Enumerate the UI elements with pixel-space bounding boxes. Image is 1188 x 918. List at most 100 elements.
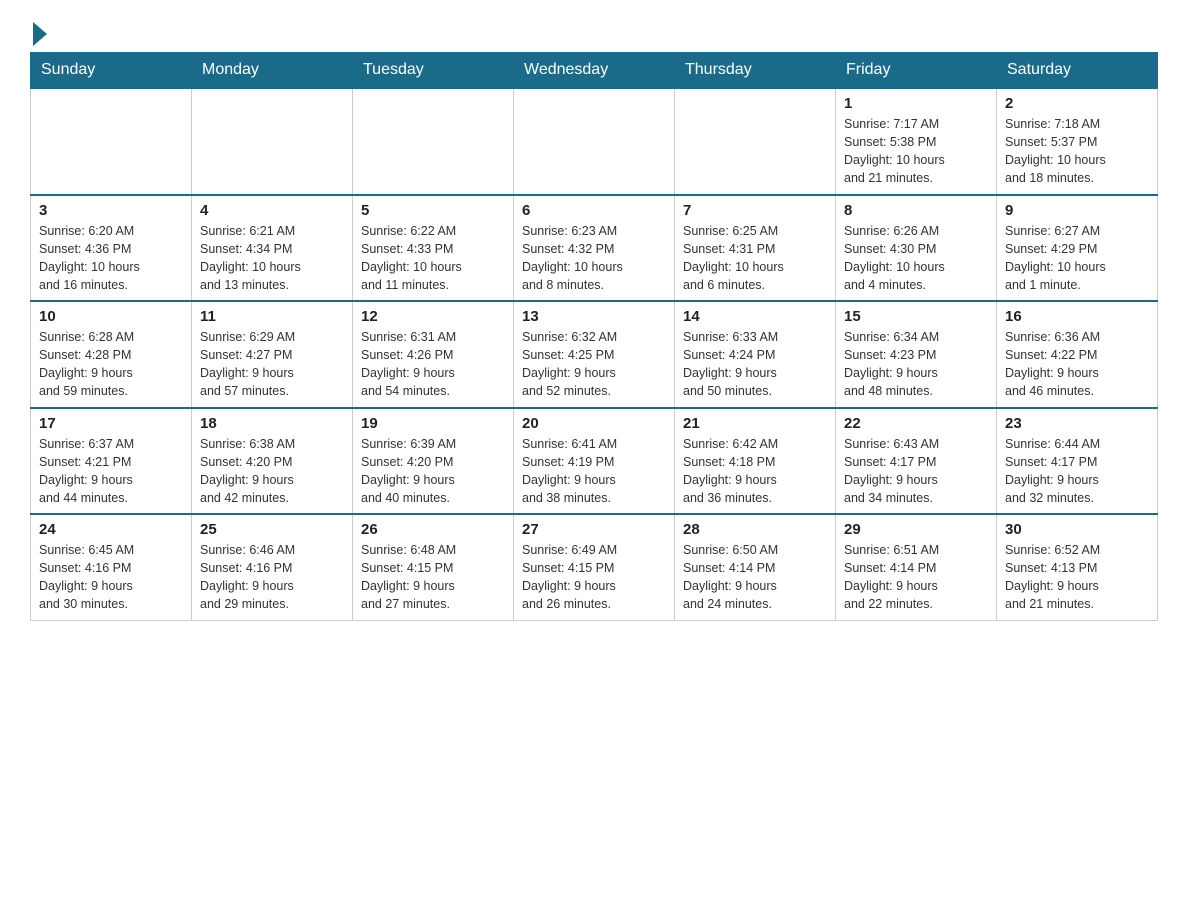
calendar-day-cell — [192, 88, 353, 195]
calendar-week-row: 10 Sunrise: 6:28 AMSunset: 4:28 PMDayligh… — [31, 301, 1158, 408]
day-info: Sunrise: 6:27 AMSunset: 4:29 PMDaylight:… — [1005, 222, 1149, 295]
calendar-day-cell: 10 Sunrise: 6:28 AMSunset: 4:28 PMDayligh… — [31, 301, 192, 408]
day-info: Sunrise: 6:51 AMSunset: 4:14 PMDaylight:… — [844, 541, 988, 614]
day-info: Sunrise: 6:42 AMSunset: 4:18 PMDaylight:… — [683, 435, 827, 508]
day-info: Sunrise: 7:17 AMSunset: 5:38 PMDaylight:… — [844, 115, 988, 188]
day-info: Sunrise: 6:44 AMSunset: 4:17 PMDaylight:… — [1005, 435, 1149, 508]
calendar-header-row: SundayMondayTuesdayWednesdayThursdayFrid… — [31, 53, 1158, 89]
day-info: Sunrise: 7:18 AMSunset: 5:37 PMDaylight:… — [1005, 115, 1149, 188]
day-number: 14 — [683, 308, 827, 325]
calendar-day-cell: 6Sunrise: 6:23 AMSunset: 4:32 PMDaylight… — [514, 195, 675, 302]
calendar-day-cell: 19 Sunrise: 6:39 AMSunset: 4:20 PMDayligh… — [353, 408, 514, 515]
day-number: 11 — [200, 308, 344, 325]
day-number: 30 — [1005, 521, 1149, 538]
calendar-day-cell: 2 Sunrise: 7:18 AMSunset: 5:37 PMDaylight… — [997, 88, 1158, 195]
day-info: Sunrise: 6:31 AMSunset: 4:26 PMDaylight:… — [361, 328, 505, 401]
day-info: Sunrise: 6:48 AMSunset: 4:15 PMDaylight:… — [361, 541, 505, 614]
day-info: Sunrise: 6:28 AMSunset: 4:28 PMDaylight:… — [39, 328, 183, 401]
day-number: 4 — [200, 202, 344, 219]
calendar-day-cell: 26 Sunrise: 6:48 AMSunset: 4:15 PMDayligh… — [353, 514, 514, 620]
calendar-day-cell: 25Sunrise: 6:46 AMSunset: 4:16 PMDayligh… — [192, 514, 353, 620]
calendar-table: SundayMondayTuesdayWednesdayThursdayFrid… — [30, 52, 1158, 621]
day-info: Sunrise: 6:41 AMSunset: 4:19 PMDaylight:… — [522, 435, 666, 508]
logo — [30, 20, 47, 42]
calendar-day-cell: 5 Sunrise: 6:22 AMSunset: 4:33 PMDaylight… — [353, 195, 514, 302]
day-number: 27 — [522, 521, 666, 538]
calendar-day-cell: 23 Sunrise: 6:44 AMSunset: 4:17 PMDayligh… — [997, 408, 1158, 515]
calendar-day-cell: 22 Sunrise: 6:43 AMSunset: 4:17 PMDayligh… — [836, 408, 997, 515]
calendar-week-row: 3 Sunrise: 6:20 AMSunset: 4:36 PMDaylight… — [31, 195, 1158, 302]
day-of-week-header: Monday — [192, 53, 353, 89]
day-number: 5 — [361, 202, 505, 219]
day-info: Sunrise: 6:25 AMSunset: 4:31 PMDaylight:… — [683, 222, 827, 295]
calendar-week-row: 24Sunrise: 6:45 AMSunset: 4:16 PMDayligh… — [31, 514, 1158, 620]
day-info: Sunrise: 6:49 AMSunset: 4:15 PMDaylight:… — [522, 541, 666, 614]
calendar-day-cell: 9 Sunrise: 6:27 AMSunset: 4:29 PMDaylight… — [997, 195, 1158, 302]
day-of-week-header: Tuesday — [353, 53, 514, 89]
calendar-day-cell: 4Sunrise: 6:21 AMSunset: 4:34 PMDaylight… — [192, 195, 353, 302]
calendar-day-cell: 16 Sunrise: 6:36 AMSunset: 4:22 PMDayligh… — [997, 301, 1158, 408]
day-of-week-header: Sunday — [31, 53, 192, 89]
day-of-week-header: Saturday — [997, 53, 1158, 89]
calendar-day-cell: 28Sunrise: 6:50 AMSunset: 4:14 PMDayligh… — [675, 514, 836, 620]
calendar-day-cell: 14 Sunrise: 6:33 AMSunset: 4:24 PMDayligh… — [675, 301, 836, 408]
calendar-day-cell: 13 Sunrise: 6:32 AMSunset: 4:25 PMDayligh… — [514, 301, 675, 408]
calendar-day-cell: 20Sunrise: 6:41 AMSunset: 4:19 PMDayligh… — [514, 408, 675, 515]
day-number: 13 — [522, 308, 666, 325]
day-info: Sunrise: 6:38 AMSunset: 4:20 PMDaylight:… — [200, 435, 344, 508]
calendar-day-cell: 29 Sunrise: 6:51 AMSunset: 4:14 PMDayligh… — [836, 514, 997, 620]
day-number: 9 — [1005, 202, 1149, 219]
day-info: Sunrise: 6:46 AMSunset: 4:16 PMDaylight:… — [200, 541, 344, 614]
calendar-day-cell: 18 Sunrise: 6:38 AMSunset: 4:20 PMDayligh… — [192, 408, 353, 515]
day-number: 18 — [200, 415, 344, 432]
day-info: Sunrise: 6:43 AMSunset: 4:17 PMDaylight:… — [844, 435, 988, 508]
day-info: Sunrise: 6:32 AMSunset: 4:25 PMDaylight:… — [522, 328, 666, 401]
day-number: 23 — [1005, 415, 1149, 432]
calendar-day-cell: 7 Sunrise: 6:25 AMSunset: 4:31 PMDaylight… — [675, 195, 836, 302]
day-number: 1 — [844, 95, 988, 112]
day-info: Sunrise: 6:33 AMSunset: 4:24 PMDaylight:… — [683, 328, 827, 401]
calendar-day-cell: 27 Sunrise: 6:49 AMSunset: 4:15 PMDayligh… — [514, 514, 675, 620]
day-number: 10 — [39, 308, 183, 325]
day-number: 16 — [1005, 308, 1149, 325]
day-of-week-header: Thursday — [675, 53, 836, 89]
logo-top — [30, 20, 47, 46]
day-info: Sunrise: 6:23 AMSunset: 4:32 PMDaylight:… — [522, 222, 666, 295]
calendar-day-cell: 17 Sunrise: 6:37 AMSunset: 4:21 PMDayligh… — [31, 408, 192, 515]
day-number: 22 — [844, 415, 988, 432]
day-info: Sunrise: 6:39 AMSunset: 4:20 PMDaylight:… — [361, 435, 505, 508]
day-number: 2 — [1005, 95, 1149, 112]
day-info: Sunrise: 6:26 AMSunset: 4:30 PMDaylight:… — [844, 222, 988, 295]
calendar-day-cell: 30 Sunrise: 6:52 AMSunset: 4:13 PMDayligh… — [997, 514, 1158, 620]
calendar-day-cell: 3 Sunrise: 6:20 AMSunset: 4:36 PMDaylight… — [31, 195, 192, 302]
calendar-day-cell: 24Sunrise: 6:45 AMSunset: 4:16 PMDayligh… — [31, 514, 192, 620]
day-number: 12 — [361, 308, 505, 325]
calendar-day-cell: 8 Sunrise: 6:26 AMSunset: 4:30 PMDaylight… — [836, 195, 997, 302]
calendar-day-cell — [514, 88, 675, 195]
page-header — [30, 20, 1158, 42]
day-info: Sunrise: 6:52 AMSunset: 4:13 PMDaylight:… — [1005, 541, 1149, 614]
logo-arrow-icon — [33, 22, 47, 46]
day-info: Sunrise: 6:37 AMSunset: 4:21 PMDaylight:… — [39, 435, 183, 508]
day-info: Sunrise: 6:22 AMSunset: 4:33 PMDaylight:… — [361, 222, 505, 295]
calendar-week-row: 1 Sunrise: 7:17 AMSunset: 5:38 PMDaylight… — [31, 88, 1158, 195]
day-number: 8 — [844, 202, 988, 219]
calendar-day-cell: 12 Sunrise: 6:31 AMSunset: 4:26 PMDayligh… — [353, 301, 514, 408]
day-info: Sunrise: 6:36 AMSunset: 4:22 PMDaylight:… — [1005, 328, 1149, 401]
day-number: 28 — [683, 521, 827, 538]
calendar-day-cell: 21 Sunrise: 6:42 AMSunset: 4:18 PMDayligh… — [675, 408, 836, 515]
day-number: 3 — [39, 202, 183, 219]
day-number: 29 — [844, 521, 988, 538]
day-number: 7 — [683, 202, 827, 219]
calendar-day-cell — [31, 88, 192, 195]
day-number: 17 — [39, 415, 183, 432]
calendar-day-cell: 1 Sunrise: 7:17 AMSunset: 5:38 PMDaylight… — [836, 88, 997, 195]
day-number: 19 — [361, 415, 505, 432]
day-of-week-header: Wednesday — [514, 53, 675, 89]
calendar-day-cell — [675, 88, 836, 195]
day-info: Sunrise: 6:20 AMSunset: 4:36 PMDaylight:… — [39, 222, 183, 295]
day-number: 21 — [683, 415, 827, 432]
calendar-week-row: 17 Sunrise: 6:37 AMSunset: 4:21 PMDayligh… — [31, 408, 1158, 515]
day-of-week-header: Friday — [836, 53, 997, 89]
day-number: 26 — [361, 521, 505, 538]
